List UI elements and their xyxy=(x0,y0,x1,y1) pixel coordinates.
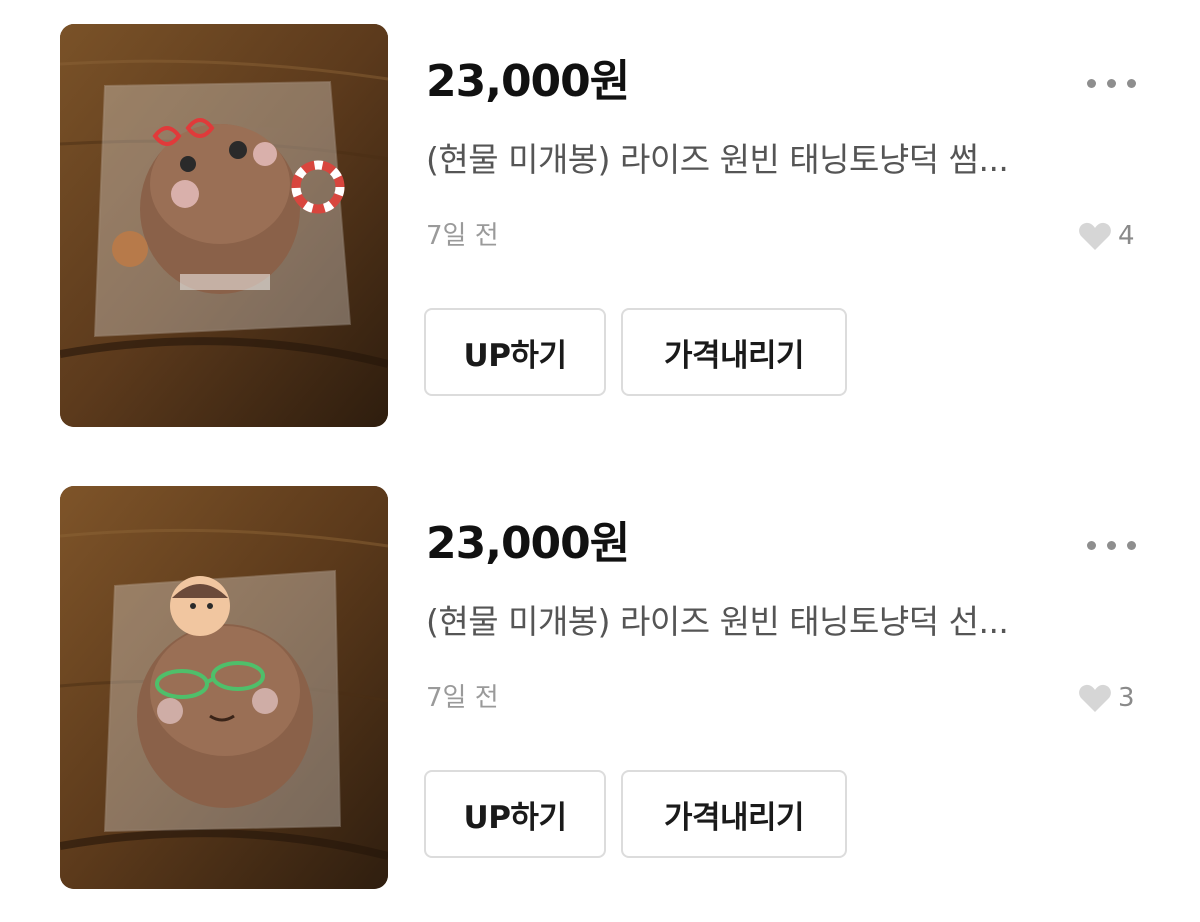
more-options-button[interactable] xyxy=(1076,66,1146,100)
product-price: 23,000원 xyxy=(426,56,630,107)
product-title[interactable]: (현물 미개봉) 라이즈 원빈 태닝토냥덕 선... xyxy=(426,598,1126,646)
heart-icon xyxy=(1079,222,1111,250)
product-title[interactable]: (현물 미개봉) 라이즈 원빈 태닝토냥덕 썸... xyxy=(426,136,1126,184)
product-price: 23,000원 xyxy=(426,518,630,569)
product-listing[interactable]: 23,000원 (현물 미개봉) 라이즈 원빈 태닝토냥덕 썸... 7일 전 … xyxy=(0,24,1200,428)
bump-up-button[interactable]: UP하기 xyxy=(424,770,606,858)
product-listing[interactable]: 23,000원 (현물 미개봉) 라이즈 원빈 태닝토냥덕 선... 7일 전 … xyxy=(0,486,1200,890)
like-count-value: 4 xyxy=(1118,221,1135,251)
lower-price-button[interactable]: 가격내리기 xyxy=(621,770,847,858)
more-options-button[interactable] xyxy=(1076,528,1146,562)
like-count-value: 3 xyxy=(1118,683,1135,713)
product-thumbnail[interactable] xyxy=(60,486,388,889)
bump-up-button[interactable]: UP하기 xyxy=(424,308,606,396)
product-thumbnail[interactable] xyxy=(60,24,388,427)
like-count: 4 xyxy=(1078,218,1135,254)
like-count: 3 xyxy=(1078,680,1135,716)
more-horizontal-icon xyxy=(1086,78,1136,88)
lower-price-button[interactable]: 가격내리기 xyxy=(621,308,847,396)
heart-icon xyxy=(1079,684,1111,712)
posted-time: 7일 전 xyxy=(426,683,499,713)
posted-time: 7일 전 xyxy=(426,221,499,251)
more-horizontal-icon xyxy=(1086,540,1136,550)
